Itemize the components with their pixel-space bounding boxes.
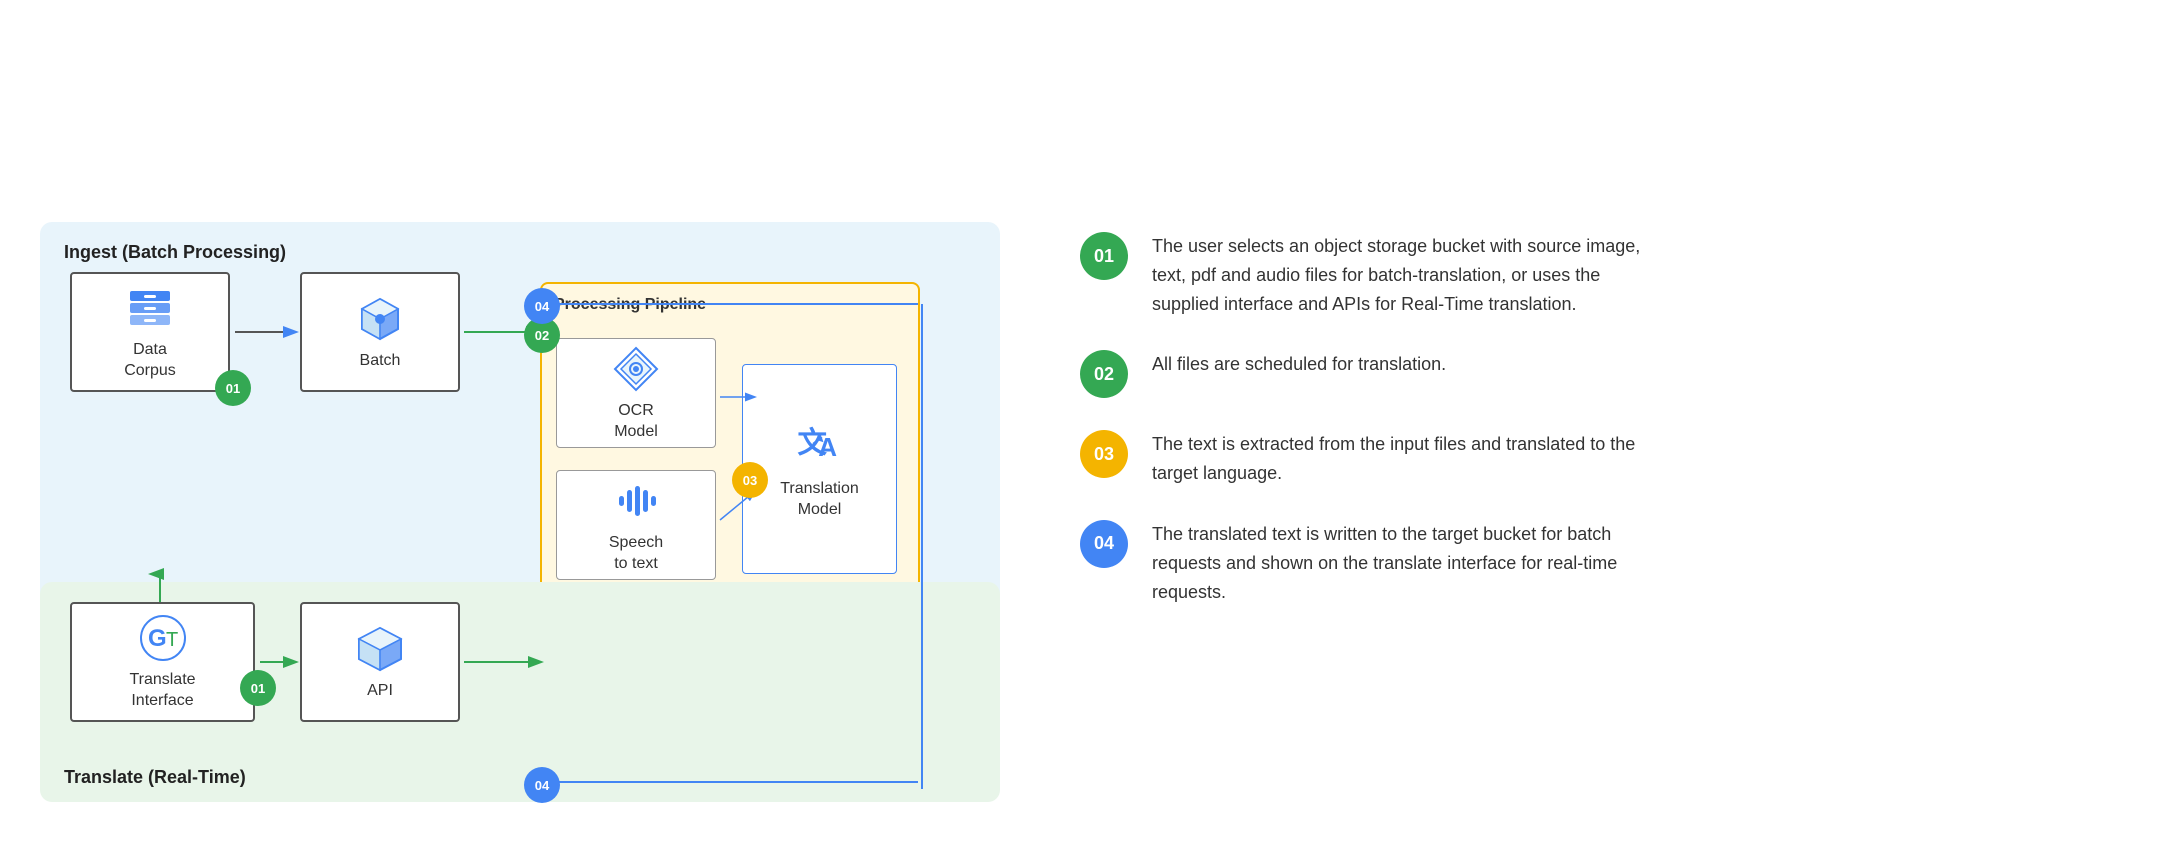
speech-icon [610,475,662,527]
translate-interface-box: G T TranslateInterface [70,602,255,722]
ocr-model-box: OCRModel [556,338,716,448]
speech-to-text-box: Speechto text [556,470,716,580]
ocr-icon [610,343,662,395]
legend-item-03: 03 The text is extracted from the input … [1080,430,2122,488]
batch-box: Batch [300,272,460,392]
legend-badge-01: 01 [1080,232,1128,280]
badge-01-ingest: 01 [215,370,251,406]
legend-text-03: The text is extracted from the input fil… [1152,430,1672,488]
data-corpus-label: DataCorpus [124,340,176,382]
ocr-model-label: OCRModel [614,401,658,443]
translation-icon: 文 A [794,417,846,469]
translate-interface-label: TranslateInterface [129,670,195,712]
translation-model-box: 文 A TranslationModel [742,364,897,574]
data-corpus-box: DataCorpus [70,272,230,392]
legend-item-02: 02 All files are scheduled for translati… [1080,350,2122,398]
translate-label: Translate (Real-Time) [64,767,246,788]
legend-text-01: The user selects an object storage bucke… [1152,232,1672,318]
speech-to-text-label: Speechto text [609,533,663,575]
ingest-label: Ingest (Batch Processing) [64,242,976,263]
svg-text:T: T [166,629,178,651]
legend-text-02: All files are scheduled for translation. [1152,350,1446,379]
legend-badge-04: 04 [1080,520,1128,568]
pipeline-label: Processing Pipeline [554,296,906,314]
badge-01-translate: 01 [240,670,276,706]
legend-area: 01 The user selects an object storage bu… [1080,222,2122,606]
badge-04-bottom: 04 [524,767,560,803]
badge-04-top: 04 [524,288,560,324]
ingest-section: Ingest (Batch Processing) DataCorpus [40,222,1000,642]
legend-text-04: The translated text is written to the ta… [1152,520,1672,606]
legend-item-01: 01 The user selects an object storage bu… [1080,232,2122,318]
translate-section: G T TranslateInterface 01 [40,582,1000,802]
diagram-area: Ingest (Batch Processing) DataCorpus [40,222,1020,642]
batch-label: Batch [360,351,401,372]
api-label: API [367,681,393,702]
api-icon [354,623,406,675]
translate-interface-icon: G T [137,612,189,664]
legend-badge-02: 02 [1080,350,1128,398]
legend-item-04: 04 The translated text is written to the… [1080,520,2122,606]
main-container: Ingest (Batch Processing) DataCorpus [40,222,2122,642]
data-corpus-icon [124,282,176,334]
legend-badge-03: 03 [1080,430,1128,478]
svg-text:G: G [148,625,167,652]
batch-icon [354,293,406,345]
translation-model-label: TranslationModel [780,479,859,521]
api-box: API [300,602,460,722]
badge-03-pipeline: 03 [732,462,768,498]
